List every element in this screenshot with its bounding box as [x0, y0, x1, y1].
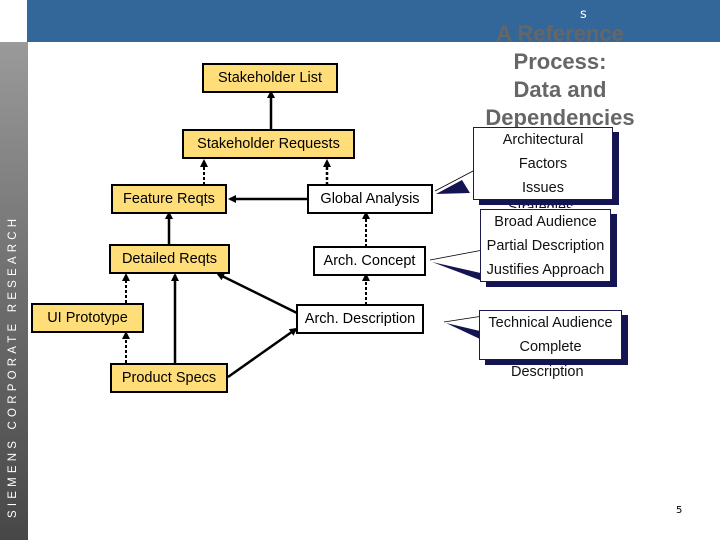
node-label: Global Analysis	[320, 191, 420, 207]
node-arch-description: Arch. Description	[296, 304, 424, 334]
node-arch-concept: Arch. Concept	[313, 246, 426, 276]
node-label: UI Prototype	[47, 310, 128, 326]
node-label: Detailed Reqts	[121, 251, 218, 267]
node-label: Stakeholder Requests	[197, 136, 340, 152]
callout-overflow-text: Description	[511, 364, 584, 380]
node-label: Stakeholder List	[218, 70, 322, 86]
callout-line: Complete	[519, 339, 582, 355]
node-ui-prototype: UI Prototype	[31, 303, 144, 333]
title-line: Process:	[513, 49, 607, 74]
node-global-analysis: Global Analysis	[307, 184, 433, 214]
callout-arch-description: Technical Audience Complete	[479, 310, 622, 360]
node-product-specs: Product Specs	[110, 363, 228, 393]
title-line: A Reference	[496, 21, 624, 46]
callout-line: Factors	[518, 156, 568, 172]
callout-pointer-concept	[429, 249, 485, 282]
callout-pointer-description	[443, 315, 484, 339]
node-detailed-reqts: Detailed Reqts	[109, 244, 230, 274]
node-stakeholder-requests: Stakeholder Requests	[182, 129, 355, 159]
callout-line: Partial Description	[486, 238, 605, 254]
page-number: 5	[676, 505, 683, 516]
callout-line: Architectural	[502, 132, 584, 148]
callout-line: Technical Audience	[488, 315, 613, 331]
callout-arch-concept: Broad Audience Partial Description Justi…	[480, 209, 611, 282]
edge-description-to-detailed	[216, 272, 298, 315]
edge-specs-to-description	[227, 327, 298, 379]
slide-title: A Reference Process: Data and Dependenci…	[470, 20, 650, 132]
node-feature-reqts: Feature Reqts	[111, 184, 227, 214]
callout-line: Justifies Approach	[486, 262, 605, 278]
node-label: Feature Reqts	[123, 191, 215, 207]
title-line: Data and	[513, 77, 607, 102]
callout-line: Issues	[522, 180, 564, 196]
node-label: Arch. Concept	[323, 253, 416, 269]
callout-global-analysis: Architectural Factors Issues	[473, 127, 613, 200]
node-stakeholder-list: Stakeholder List	[202, 63, 338, 93]
node-label: Product Specs	[121, 370, 217, 386]
callout-line: Broad Audience	[494, 214, 597, 230]
node-label: Arch. Description	[304, 311, 416, 327]
